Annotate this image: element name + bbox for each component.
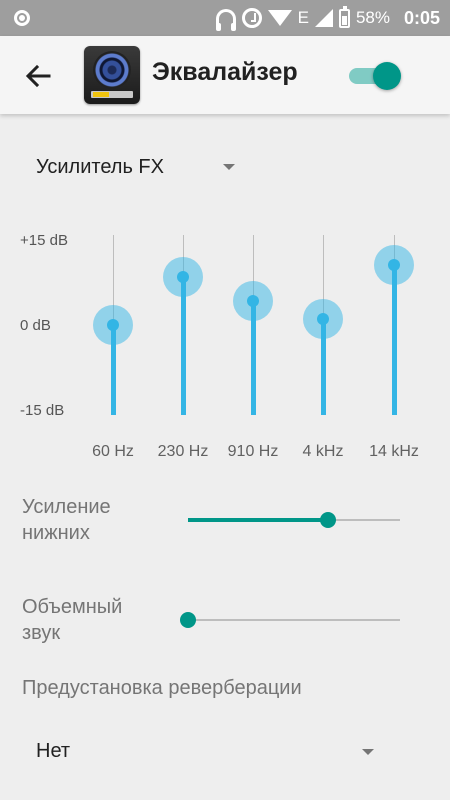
page-title: Эквалайзер (152, 58, 298, 86)
band-thumb-dot (247, 295, 259, 307)
reverb-dropdown[interactable]: Нет (0, 730, 450, 776)
band-frequency-label: 4 kHz (302, 443, 344, 460)
battery-percent: 58% (355, 8, 390, 27)
band-thumb-dot (177, 271, 189, 283)
network-type-label: E (297, 8, 309, 27)
db-mid-label: 0 dB (20, 317, 51, 334)
back-arrow-icon (25, 64, 51, 88)
back-button[interactable] (22, 60, 54, 92)
band-frequency-label: 14 kHz (369, 443, 419, 460)
band-level-bar (392, 265, 397, 415)
status-bar: E 58% 0:05 (0, 0, 450, 36)
bass-boost-label-line2: нижних (22, 522, 90, 544)
virtualizer-track (188, 619, 400, 621)
app-bar: Эквалайзер (0, 36, 450, 114)
virtualizer-thumb[interactable] (180, 612, 196, 628)
notification-icon (14, 10, 30, 26)
bass-boost-slider[interactable] (188, 508, 400, 532)
reverb-selected-value: Нет (36, 740, 71, 762)
band-thumb-dot (388, 259, 400, 271)
db-max-label: +15 dB (20, 232, 68, 249)
equalizer-panel: +15 dB 0 dB -15 dB 60 Hz 230 Hz 910 Hz 4 kH… (0, 225, 450, 465)
db-min-label: -15 dB (20, 402, 65, 419)
toggle-thumb (373, 62, 401, 90)
band-thumb-dot (317, 313, 329, 325)
band-frequency-label: 60 Hz (92, 443, 134, 460)
bass-boost-fill (188, 518, 328, 522)
reverb-label: Предустановка реверберации (22, 677, 302, 699)
bass-boost-label: Усиление нижних (22, 494, 111, 546)
dropdown-arrow-icon (223, 164, 235, 170)
clock: 0:05 (403, 7, 440, 28)
wifi-icon (267, 10, 292, 26)
status-icons: E 58% 0:05 (215, 5, 440, 31)
band-frequency-label: 910 Hz (227, 443, 279, 460)
battery-icon (338, 5, 350, 28)
band-thumb-dot (107, 319, 119, 331)
alarm-icon (241, 8, 262, 28)
virtualizer-slider[interactable] (180, 608, 400, 632)
speaker-app-icon (84, 46, 140, 104)
equalizer-toggle[interactable] (349, 61, 401, 90)
virtualizer-label: Объемный звук (22, 594, 122, 646)
preset-selected-value: Усилитель FX (36, 155, 164, 178)
bass-boost-label-line1: Усиление (22, 496, 111, 518)
band-level-bar (181, 277, 186, 415)
headphones-icon (215, 9, 236, 31)
dropdown-arrow-icon (362, 749, 374, 755)
virtualizer-label-line1: Объемный (22, 596, 123, 618)
signal-icon (314, 9, 333, 27)
bass-boost-thumb[interactable] (319, 512, 336, 528)
virtualizer-label-line2: звук (22, 622, 61, 644)
band-frequency-label: 230 Hz (157, 443, 209, 460)
preset-dropdown[interactable]: Усилитель FX (36, 152, 256, 182)
